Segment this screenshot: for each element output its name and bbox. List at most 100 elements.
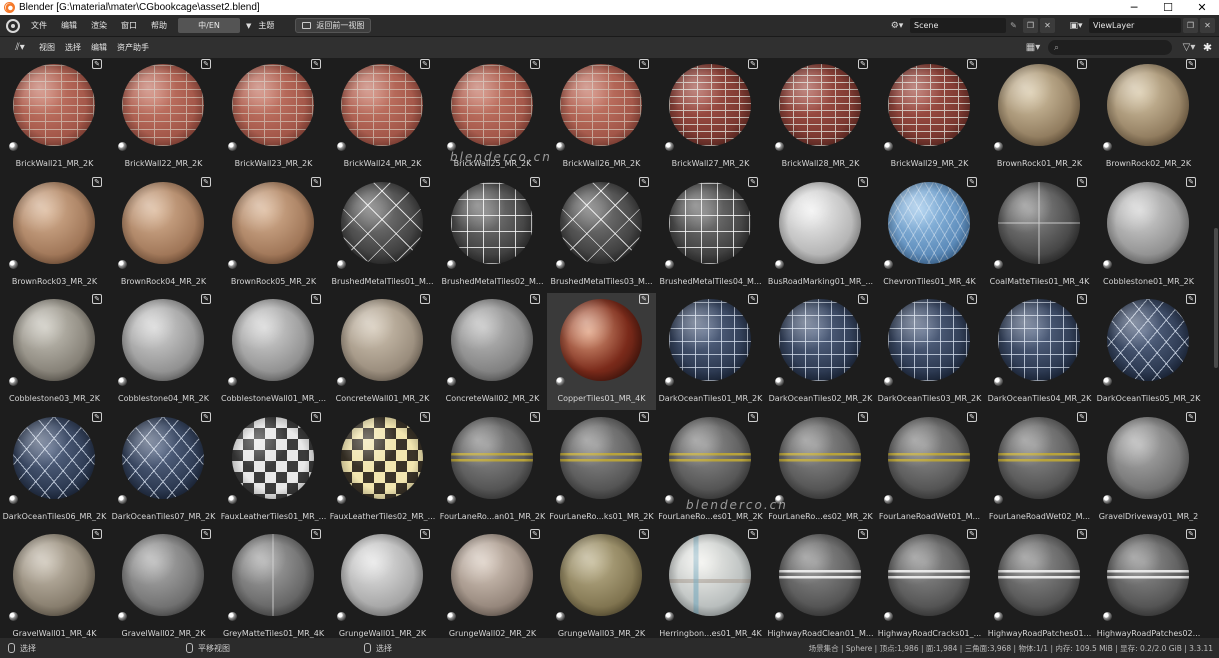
asset-tile[interactable]: ✎ BrickWall29_MR_2K: [875, 58, 984, 175]
asset-tile[interactable]: ✎ DarkOceanTiles04_MR_2K: [985, 293, 1094, 410]
menu-view[interactable]: 视图: [34, 42, 60, 53]
edit-asset-icon[interactable]: ✎: [639, 294, 649, 304]
edit-asset-icon[interactable]: ✎: [420, 294, 430, 304]
thumbnail-view-icon[interactable]: ▦▾: [1022, 40, 1044, 55]
edit-asset-icon[interactable]: ✎: [748, 412, 758, 422]
scene-type-icon[interactable]: ⚙▾: [884, 18, 910, 33]
menu-help[interactable]: 帮助: [144, 15, 174, 37]
edit-asset-icon[interactable]: ✎: [530, 412, 540, 422]
edit-asset-icon[interactable]: ✎: [92, 294, 102, 304]
edit-asset-icon[interactable]: ✎: [201, 529, 211, 539]
asset-tile[interactable]: ✎ GravelWall01_MR_4K: [0, 528, 109, 638]
asset-tile[interactable]: ✎ BrownRock01_MR_2K: [985, 58, 1094, 175]
asset-tile[interactable]: ✎ GrungeWall02_MR_2K: [438, 528, 547, 638]
edit-asset-icon[interactable]: ✎: [1077, 59, 1087, 69]
new-view-layer-icon[interactable]: ❐: [1183, 18, 1198, 33]
back-to-previous-button[interactable]: 返回前一视图: [295, 18, 372, 33]
view-layer-name-field[interactable]: ViewLayer: [1089, 18, 1181, 33]
edit-asset-icon[interactable]: ✎: [420, 177, 430, 187]
asset-tile[interactable]: ✎ DarkOceanTiles02_MR_2K: [766, 293, 875, 410]
edit-asset-icon[interactable]: ✎: [92, 529, 102, 539]
delete-scene-icon[interactable]: ✕: [1040, 18, 1055, 33]
scrollbar-thumb[interactable]: [1214, 228, 1218, 368]
edit-asset-icon[interactable]: ✎: [530, 294, 540, 304]
edit-asset-icon[interactable]: ✎: [967, 59, 977, 69]
edit-asset-icon[interactable]: ✎: [311, 59, 321, 69]
edit-asset-icon[interactable]: ✎: [311, 294, 321, 304]
asset-tile[interactable]: ✎ GreyMatteTiles01_MR_4K: [219, 528, 328, 638]
language-toggle-button[interactable]: 中/EN: [178, 18, 240, 33]
asset-tile[interactable]: ✎ BrickWall23_MR_2K: [219, 58, 328, 175]
edit-asset-icon[interactable]: ✎: [858, 177, 868, 187]
blender-menu-icon[interactable]: [6, 18, 20, 33]
edit-asset-icon[interactable]: ✎: [1186, 294, 1196, 304]
edit-asset-icon[interactable]: ✎: [311, 177, 321, 187]
edit-asset-icon[interactable]: ✎: [1186, 412, 1196, 422]
edit-asset-icon[interactable]: ✎: [530, 529, 540, 539]
asset-tile[interactable]: ✎ HighwayRoadClean01_M...: [766, 528, 875, 638]
asset-tile[interactable]: ✎ BrushedMetalTiles02_M...: [438, 176, 547, 293]
menu-render[interactable]: 渲染: [84, 15, 114, 37]
edit-asset-icon[interactable]: ✎: [1077, 529, 1087, 539]
edit-asset-icon[interactable]: ✎: [92, 177, 102, 187]
delete-view-layer-icon[interactable]: ✕: [1200, 18, 1215, 33]
edit-asset-icon[interactable]: ✎: [967, 177, 977, 187]
filter-icon[interactable]: ▽▾: [1178, 40, 1200, 55]
menu-asset-helper[interactable]: 资产助手: [112, 42, 154, 53]
edit-asset-icon[interactable]: ✎: [748, 59, 758, 69]
view-layer-type-icon[interactable]: ▣▾: [1063, 18, 1089, 33]
asset-tile[interactable]: ✎ BrickWall24_MR_2K: [328, 58, 437, 175]
asset-tile[interactable]: ✎ BrownRock04_MR_2K: [109, 176, 218, 293]
menu-theme[interactable]: 主题: [251, 15, 281, 37]
asset-tile[interactable]: ✎ DarkOceanTiles01_MR_2K: [656, 293, 765, 410]
editor-type-icon[interactable]: ⫽▾: [6, 40, 34, 55]
asset-tile[interactable]: ✎ CopperTiles01_MR_4K: [547, 293, 656, 410]
asset-tile[interactable]: ✎ BrickWall22_MR_2K: [109, 58, 218, 175]
edit-asset-icon[interactable]: ✎: [748, 177, 758, 187]
minimize-button[interactable]: ─: [1117, 0, 1151, 15]
menu-select[interactable]: 选择: [60, 42, 86, 53]
asset-tile[interactable]: ✎ Herringbon...es01_MR_4K: [656, 528, 765, 638]
edit-asset-icon[interactable]: ✎: [1077, 177, 1087, 187]
asset-tile[interactable]: ✎ GrungeWall01_MR_2K: [328, 528, 437, 638]
new-scene-icon[interactable]: ❐: [1023, 18, 1038, 33]
asset-tile[interactable]: ✎ BrushedMetalTiles03_M...: [547, 176, 656, 293]
close-button[interactable]: ✕: [1185, 0, 1219, 15]
asset-tile[interactable]: ✎ DarkOceanTiles05_MR_2K: [1094, 293, 1203, 410]
gear-icon[interactable]: ✱: [1200, 40, 1215, 55]
menu-edit-assets[interactable]: 编辑: [86, 42, 112, 53]
edit-asset-icon[interactable]: ✎: [420, 412, 430, 422]
search-field[interactable]: ⌕: [1048, 40, 1172, 55]
edit-asset-icon[interactable]: ✎: [858, 529, 868, 539]
asset-tile[interactable]: ✎ BrownRock05_MR_2K: [219, 176, 328, 293]
edit-asset-icon[interactable]: ✎: [311, 412, 321, 422]
edit-asset-icon[interactable]: ✎: [748, 294, 758, 304]
edit-asset-icon[interactable]: ✎: [420, 59, 430, 69]
edit-asset-icon[interactable]: ✎: [639, 412, 649, 422]
asset-tile[interactable]: ✎ FourLaneRoadWet02_M...: [985, 411, 1094, 528]
edit-asset-icon[interactable]: ✎: [967, 294, 977, 304]
asset-tile[interactable]: ✎ Cobblestone04_MR_2K: [109, 293, 218, 410]
asset-tile[interactable]: ✎ BrickWall28_MR_2K: [766, 58, 875, 175]
asset-tile[interactable]: ✎ BrownRock02_MR_2K: [1094, 58, 1203, 175]
edit-asset-icon[interactable]: ✎: [1186, 177, 1196, 187]
edit-asset-icon[interactable]: ✎: [92, 412, 102, 422]
asset-tile[interactable]: ✎ FauxLeatherTiles02_MR_...: [328, 411, 437, 528]
edit-asset-icon[interactable]: ✎: [201, 177, 211, 187]
edit-asset-icon[interactable]: ✎: [967, 529, 977, 539]
asset-tile[interactable]: ✎ GravelWall02_MR_2K: [109, 528, 218, 638]
edit-asset-icon[interactable]: ✎: [748, 529, 758, 539]
asset-tile[interactable]: ✎ BrushedMetalTiles04_M...: [656, 176, 765, 293]
edit-asset-icon[interactable]: ✎: [967, 412, 977, 422]
edit-asset-icon[interactable]: ✎: [639, 177, 649, 187]
asset-tile[interactable]: ✎ FourLaneRo...an01_MR_2K: [438, 411, 547, 528]
edit-asset-icon[interactable]: ✎: [1077, 294, 1087, 304]
edit-asset-icon[interactable]: ✎: [639, 59, 649, 69]
pin-icon[interactable]: ✎: [1006, 18, 1021, 33]
asset-tile[interactable]: ✎ HighwayRoadPatches02...: [1094, 528, 1203, 638]
asset-tile[interactable]: ✎ BrickWall26_MR_2K: [547, 58, 656, 175]
scene-name-field[interactable]: Scene: [910, 18, 1006, 33]
asset-tile[interactable]: ✎ ChevronTiles01_MR_4K: [875, 176, 984, 293]
asset-tile[interactable]: ✎ HighwayRoadCracks01_...: [875, 528, 984, 638]
maximize-button[interactable]: ☐: [1151, 0, 1185, 15]
